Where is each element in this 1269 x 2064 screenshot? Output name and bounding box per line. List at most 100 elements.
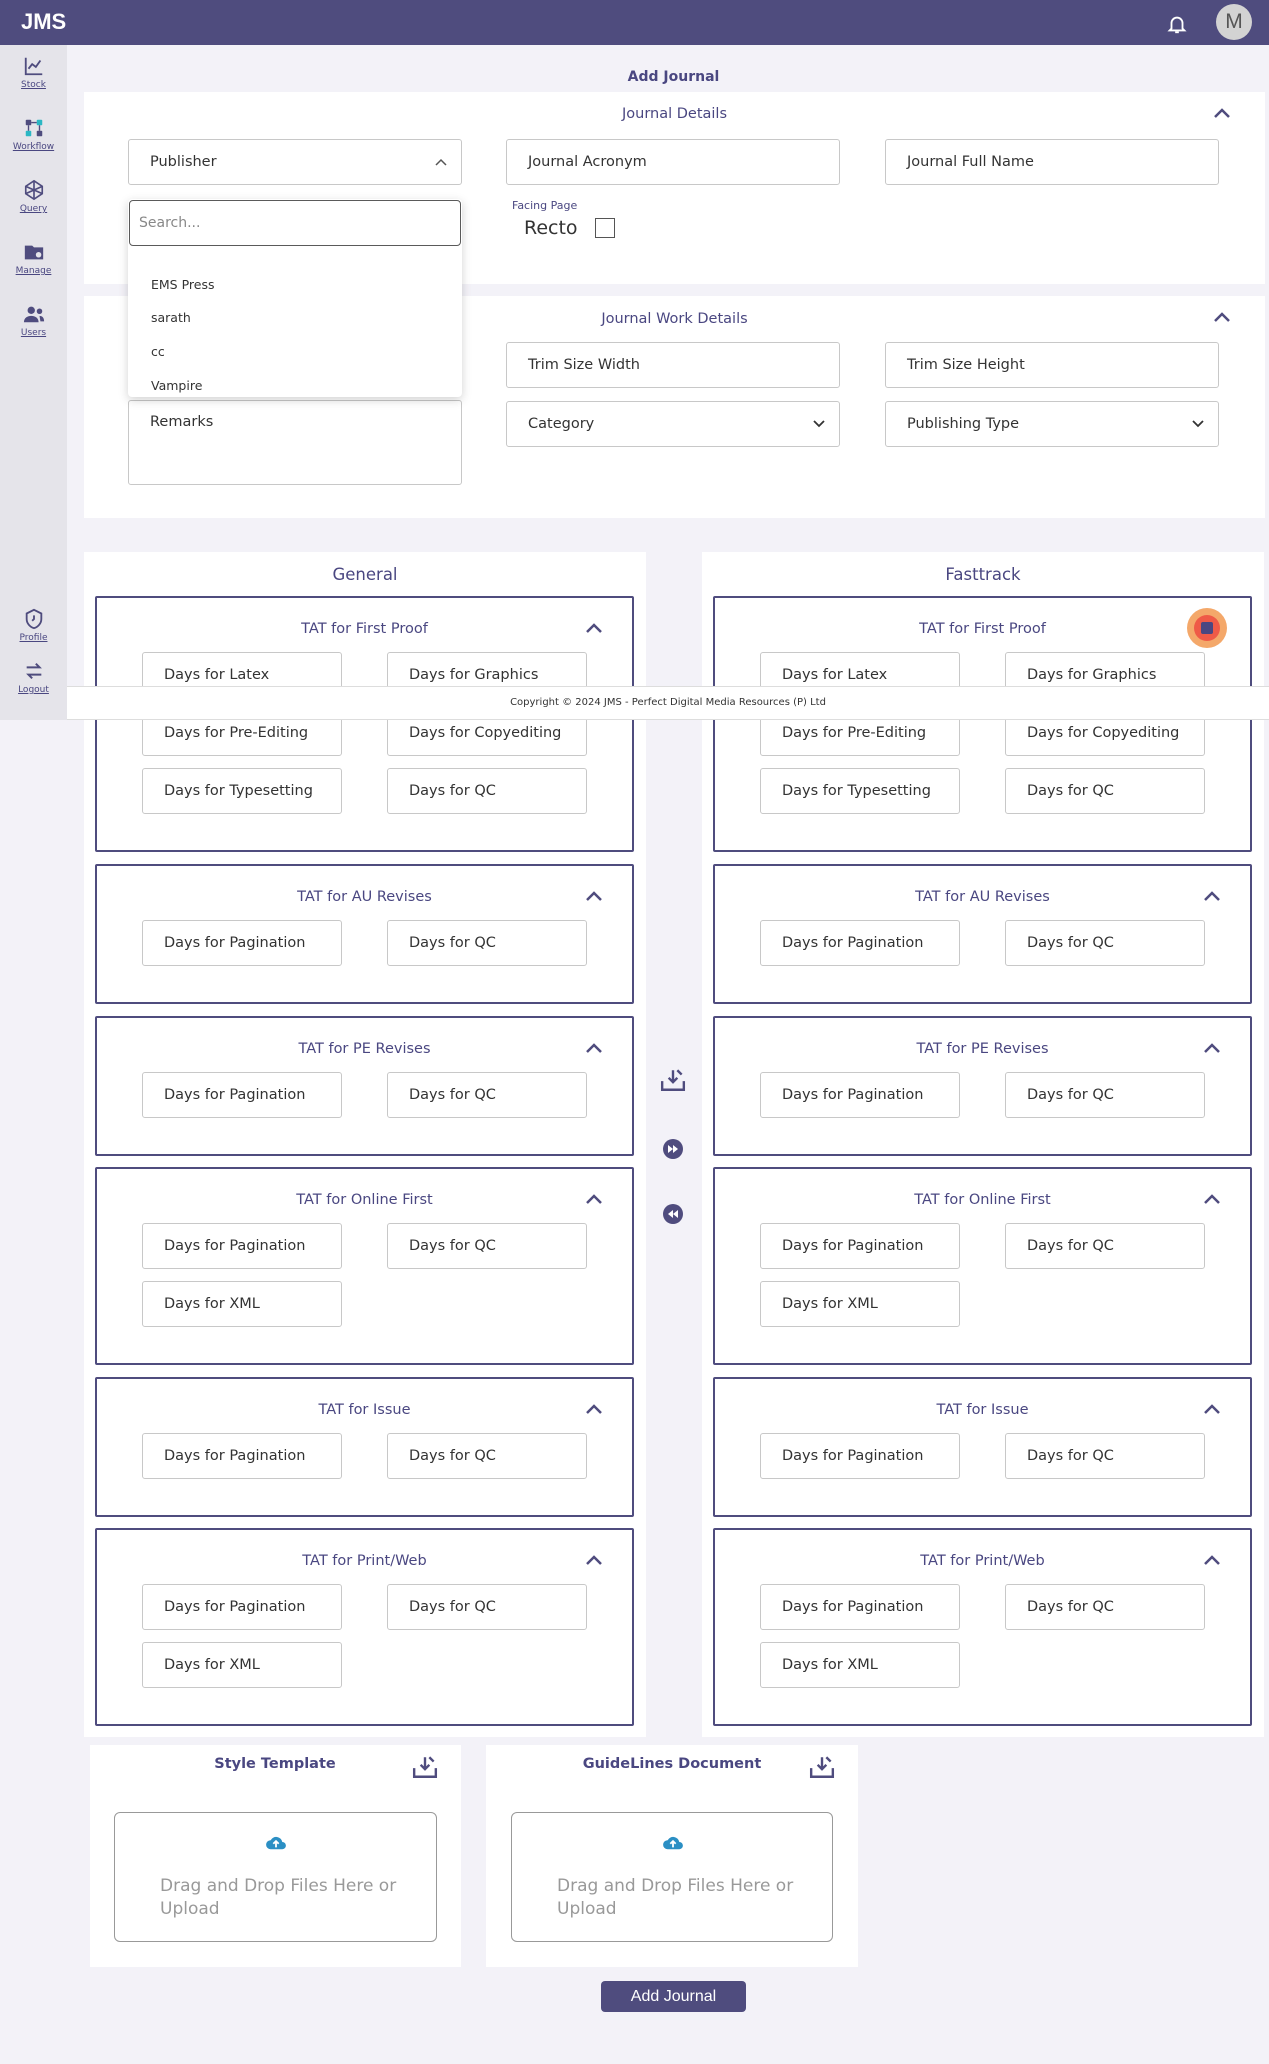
chevron-up-icon[interactable] <box>585 1193 603 1205</box>
cloud-upload-icon <box>663 1836 683 1850</box>
tat-days-input[interactable]: Days for QC <box>387 1072 587 1118</box>
chevron-up-icon <box>435 158 447 166</box>
sidebar-item-label: Workflow <box>12 142 55 152</box>
publishing-type-select[interactable]: Publishing Type <box>885 401 1219 447</box>
tat-days-placeholder: Days for Pagination <box>782 1599 924 1615</box>
folder-gear-icon <box>24 245 43 260</box>
bell-icon[interactable] <box>1166 13 1188 35</box>
chevron-up-icon[interactable] <box>585 890 603 902</box>
tat-days-input[interactable]: Days for Pagination <box>142 1433 342 1479</box>
chevron-up-icon[interactable] <box>1203 1042 1221 1054</box>
chevron-up-icon[interactable] <box>585 1403 603 1415</box>
floating-action-button[interactable] <box>1187 608 1227 648</box>
style-template-dropzone[interactable]: Drag and Drop Files Here or Upload <box>114 1812 437 1942</box>
publisher-select[interactable]: Publisher <box>128 139 462 185</box>
tat-days-input[interactable]: Days for QC <box>1005 920 1205 966</box>
tat-days-input[interactable]: Days for XML <box>760 1642 960 1688</box>
upload-tray-icon[interactable] <box>412 1754 438 1780</box>
style-template-card: Style Template Drag and Drop Files Here … <box>90 1745 461 1967</box>
tat-title: TAT for AU Revises <box>915 889 1050 905</box>
tat-days-placeholder: Days for QC <box>409 1599 496 1615</box>
tat-days-input[interactable]: Days for QC <box>1005 768 1205 814</box>
tat-days-input[interactable]: Days for Typesetting <box>760 768 960 814</box>
fast-forward-icon[interactable] <box>663 1139 683 1159</box>
tat-days-placeholder: Days for Latex <box>782 667 888 683</box>
fasttrack-tat-online-first-box: TAT for Online First Days for Pagination D… <box>713 1167 1252 1365</box>
publisher-search-input[interactable]: Search... <box>129 200 461 246</box>
page-title: Add Journal <box>627 69 720 85</box>
sidebar-item-query[interactable]: Query <box>0 179 67 214</box>
tat-days-input[interactable]: Days for QC <box>1005 1584 1205 1630</box>
dropdown-option[interactable]: EMS Press <box>151 277 215 292</box>
tat-days-input[interactable]: Days for Pagination <box>142 1584 342 1630</box>
publishing-type-label: Publishing Type <box>907 416 1020 432</box>
tat-days-input[interactable]: Days for Pagination <box>760 920 960 966</box>
tat-days-input[interactable]: Days for XML <box>760 1281 960 1327</box>
tat-days-input[interactable]: Days for Pagination <box>142 1223 342 1269</box>
add-journal-button[interactable]: Add Journal <box>601 1981 746 2012</box>
tat-title: TAT for PE Revises <box>298 1041 431 1057</box>
facing-page-checkbox[interactable] <box>595 218 615 238</box>
tat-days-input[interactable]: Days for XML <box>142 1281 342 1327</box>
tat-days-input[interactable]: Days for Pagination <box>760 1433 960 1479</box>
tat-days-placeholder: Days for QC <box>409 783 496 799</box>
tat-days-input[interactable]: Days for XML <box>142 1642 342 1688</box>
chevron-up-icon[interactable] <box>585 1042 603 1054</box>
tat-days-input[interactable]: Days for QC <box>1005 1433 1205 1479</box>
sidebar-item-profile[interactable]: Profile <box>0 608 67 643</box>
tat-title: TAT for Online First <box>296 1192 433 1208</box>
tat-days-placeholder: Days for Typesetting <box>164 783 313 799</box>
remarks-textarea[interactable]: Remarks <box>128 400 462 485</box>
chevron-up-icon[interactable] <box>585 1554 603 1566</box>
dropdown-option[interactable]: sarath <box>151 310 191 325</box>
tat-days-input[interactable]: Days for QC <box>387 1584 587 1630</box>
tat-days-input[interactable]: Days for Pagination <box>760 1223 960 1269</box>
fasttrack-tat-pe-revises-box: TAT for PE Revises Days for Pagination Day… <box>713 1016 1252 1156</box>
category-select[interactable]: Category <box>506 401 840 447</box>
tat-days-input[interactable]: Days for Pagination <box>142 1072 342 1118</box>
dropdown-option[interactable]: cc <box>151 344 165 359</box>
tat-days-placeholder: Days for Pagination <box>782 1448 924 1464</box>
trim-size-width-input[interactable]: Trim Size Width <box>506 342 840 388</box>
upload-tray-icon[interactable] <box>809 1754 835 1780</box>
chevron-up-icon[interactable] <box>1203 1403 1221 1415</box>
tat-days-input[interactable]: Days for QC <box>387 920 587 966</box>
fasttrack-tat-first-proof-box: TAT for First Proof Days for Latex Days fo… <box>713 596 1252 852</box>
chevron-up-icon[interactable] <box>1203 1554 1221 1566</box>
tat-days-input[interactable]: Days for QC <box>1005 1072 1205 1118</box>
journal-acronym-input[interactable]: Journal Acronym <box>506 139 840 185</box>
trim-size-height-input[interactable]: Trim Size Height <box>885 342 1219 388</box>
chevron-up-icon[interactable] <box>1213 311 1231 323</box>
chevron-up-icon[interactable] <box>1203 1193 1221 1205</box>
sidebar-item-workflow[interactable]: Workflow <box>0 117 67 152</box>
chevron-up-icon[interactable] <box>585 622 603 634</box>
cloud-upload-icon <box>266 1836 286 1850</box>
sidebar-item-logout[interactable]: Logout <box>0 660 67 695</box>
tat-days-input[interactable]: Days for Pagination <box>142 920 342 966</box>
chevron-up-icon[interactable] <box>1213 107 1231 119</box>
tat-days-placeholder: Days for Pagination <box>164 1087 306 1103</box>
chevron-up-icon[interactable] <box>1203 890 1221 902</box>
tat-title: TAT for Online First <box>914 1192 1051 1208</box>
sidebar-item-manage[interactable]: Manage <box>0 241 67 276</box>
tat-days-placeholder: Days for QC <box>409 1238 496 1254</box>
tat-days-input[interactable]: Days for Typesetting <box>142 768 342 814</box>
tat-days-input[interactable]: Days for Pagination <box>760 1072 960 1118</box>
guidelines-dropzone[interactable]: Drag and Drop Files Here or Upload <box>511 1812 833 1942</box>
tat-days-placeholder: Days for QC <box>1027 1087 1114 1103</box>
rewind-icon[interactable] <box>663 1204 683 1224</box>
tat-days-input[interactable]: Days for Pagination <box>760 1584 960 1630</box>
tat-days-input[interactable]: Days for QC <box>1005 1223 1205 1269</box>
tat-days-input[interactable]: Days for QC <box>387 1433 587 1479</box>
tat-days-input[interactable]: Days for QC <box>387 1223 587 1269</box>
dropdown-option[interactable]: Vampire <box>151 378 202 393</box>
avatar[interactable]: M <box>1216 4 1252 40</box>
journal-full-name-input[interactable]: Journal Full Name <box>885 139 1219 185</box>
general-tat-au-revises-box: TAT for AU Revises Days for Pagination Day… <box>95 864 634 1004</box>
tat-days-placeholder: Days for XML <box>782 1657 878 1673</box>
general-tat-issue-box: TAT for Issue Days for Pagination Days for… <box>95 1377 634 1517</box>
journal-full-name-placeholder: Journal Full Name <box>907 154 1034 170</box>
download-tray-icon[interactable] <box>660 1067 686 1093</box>
tat-days-input[interactable]: Days for QC <box>387 768 587 814</box>
sidebar-item-users[interactable]: Users <box>0 303 67 338</box>
